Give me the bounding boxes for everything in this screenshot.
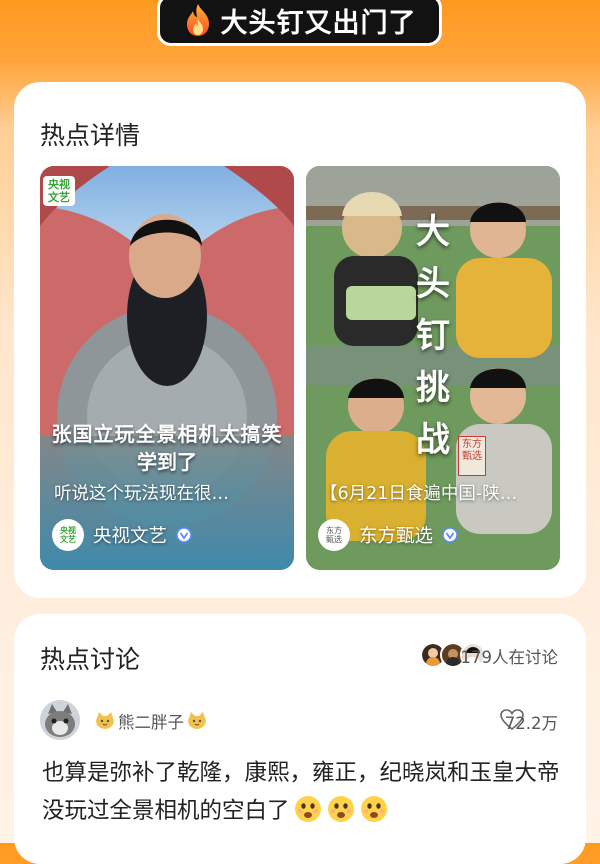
- author-row[interactable]: 央视文艺 央视文艺: [52, 519, 192, 551]
- author-name: 央视文艺: [93, 526, 168, 547]
- participant-count: 179人在讨论: [460, 648, 559, 667]
- video-title: 【6月21日食遍中国-陕…: [320, 484, 518, 504]
- author-avatar: 东方甄选: [318, 519, 350, 551]
- video-thumbnail: [40, 166, 294, 570]
- cat-face-icon: [96, 712, 114, 729]
- grimace-emoji-icon: [360, 796, 387, 822]
- commenter-username[interactable]: 熊二胖子: [94, 709, 208, 733]
- section-title-discussion: 热点讨论: [40, 645, 141, 674]
- like-count: 72.2万: [504, 714, 558, 733]
- verified-icon: [176, 527, 192, 543]
- brand-stamp: 东方甄选: [458, 436, 486, 476]
- hot-details-card: 热点详情 央视文艺 张国立玩全景相机太搞笑 学到了 听说这个玩法现在很… 央视文…: [14, 82, 586, 598]
- author-avatar-logo: 东方甄选: [326, 526, 342, 544]
- channel-badge: 央视文艺: [43, 176, 75, 206]
- flame-icon: [186, 4, 209, 36]
- cat-face-icon: [188, 712, 206, 729]
- video-vertical-title: 大头钉挑战: [416, 212, 450, 460]
- hot-discussion-card: 热点讨论 179人在讨论 熊二胖子 72.2万 也算是弥补了乾隆，康熙，雍正，纪…: [14, 614, 586, 864]
- video-card-1[interactable]: 央视文艺 张国立玩全景相机太搞笑 学到了 听说这个玩法现在很… 央视文艺 央视文…: [40, 166, 294, 570]
- video-overlay-headline: 张国立玩全景相机太搞笑: [51, 422, 283, 446]
- verified-icon: [442, 527, 458, 543]
- cat-avatar-image: [40, 700, 80, 740]
- commenter-avatar[interactable]: [40, 700, 80, 740]
- author-avatar-logo: 央视文艺: [60, 526, 76, 544]
- username-text: 熊二胖子: [118, 713, 184, 732]
- video-overlay-subline: 学到了: [137, 450, 197, 474]
- comment-body: 也算是弥补了乾隆，康熙，雍正，纪晓岚和玉皇大帝没玩过全景相机的空白了: [42, 754, 562, 830]
- author-row[interactable]: 东方甄选 东方甄选: [318, 519, 458, 551]
- topic-title: 大头钉又出门了: [220, 7, 417, 39]
- grimace-emoji-icon: [327, 796, 354, 822]
- author-avatar: 央视文艺: [52, 519, 84, 551]
- section-title-details: 热点详情: [40, 121, 141, 150]
- topic-banner[interactable]: 大头钉又出门了: [157, 0, 442, 46]
- video-title: 听说这个玩法现在很…: [54, 484, 229, 504]
- author-name: 东方甄选: [359, 526, 434, 547]
- grimace-emoji-icon: [294, 796, 321, 822]
- video-card-2[interactable]: 大头钉挑战 东方甄选 【6月21日食遍中国-陕… 东方甄选 东方甄选: [306, 166, 560, 570]
